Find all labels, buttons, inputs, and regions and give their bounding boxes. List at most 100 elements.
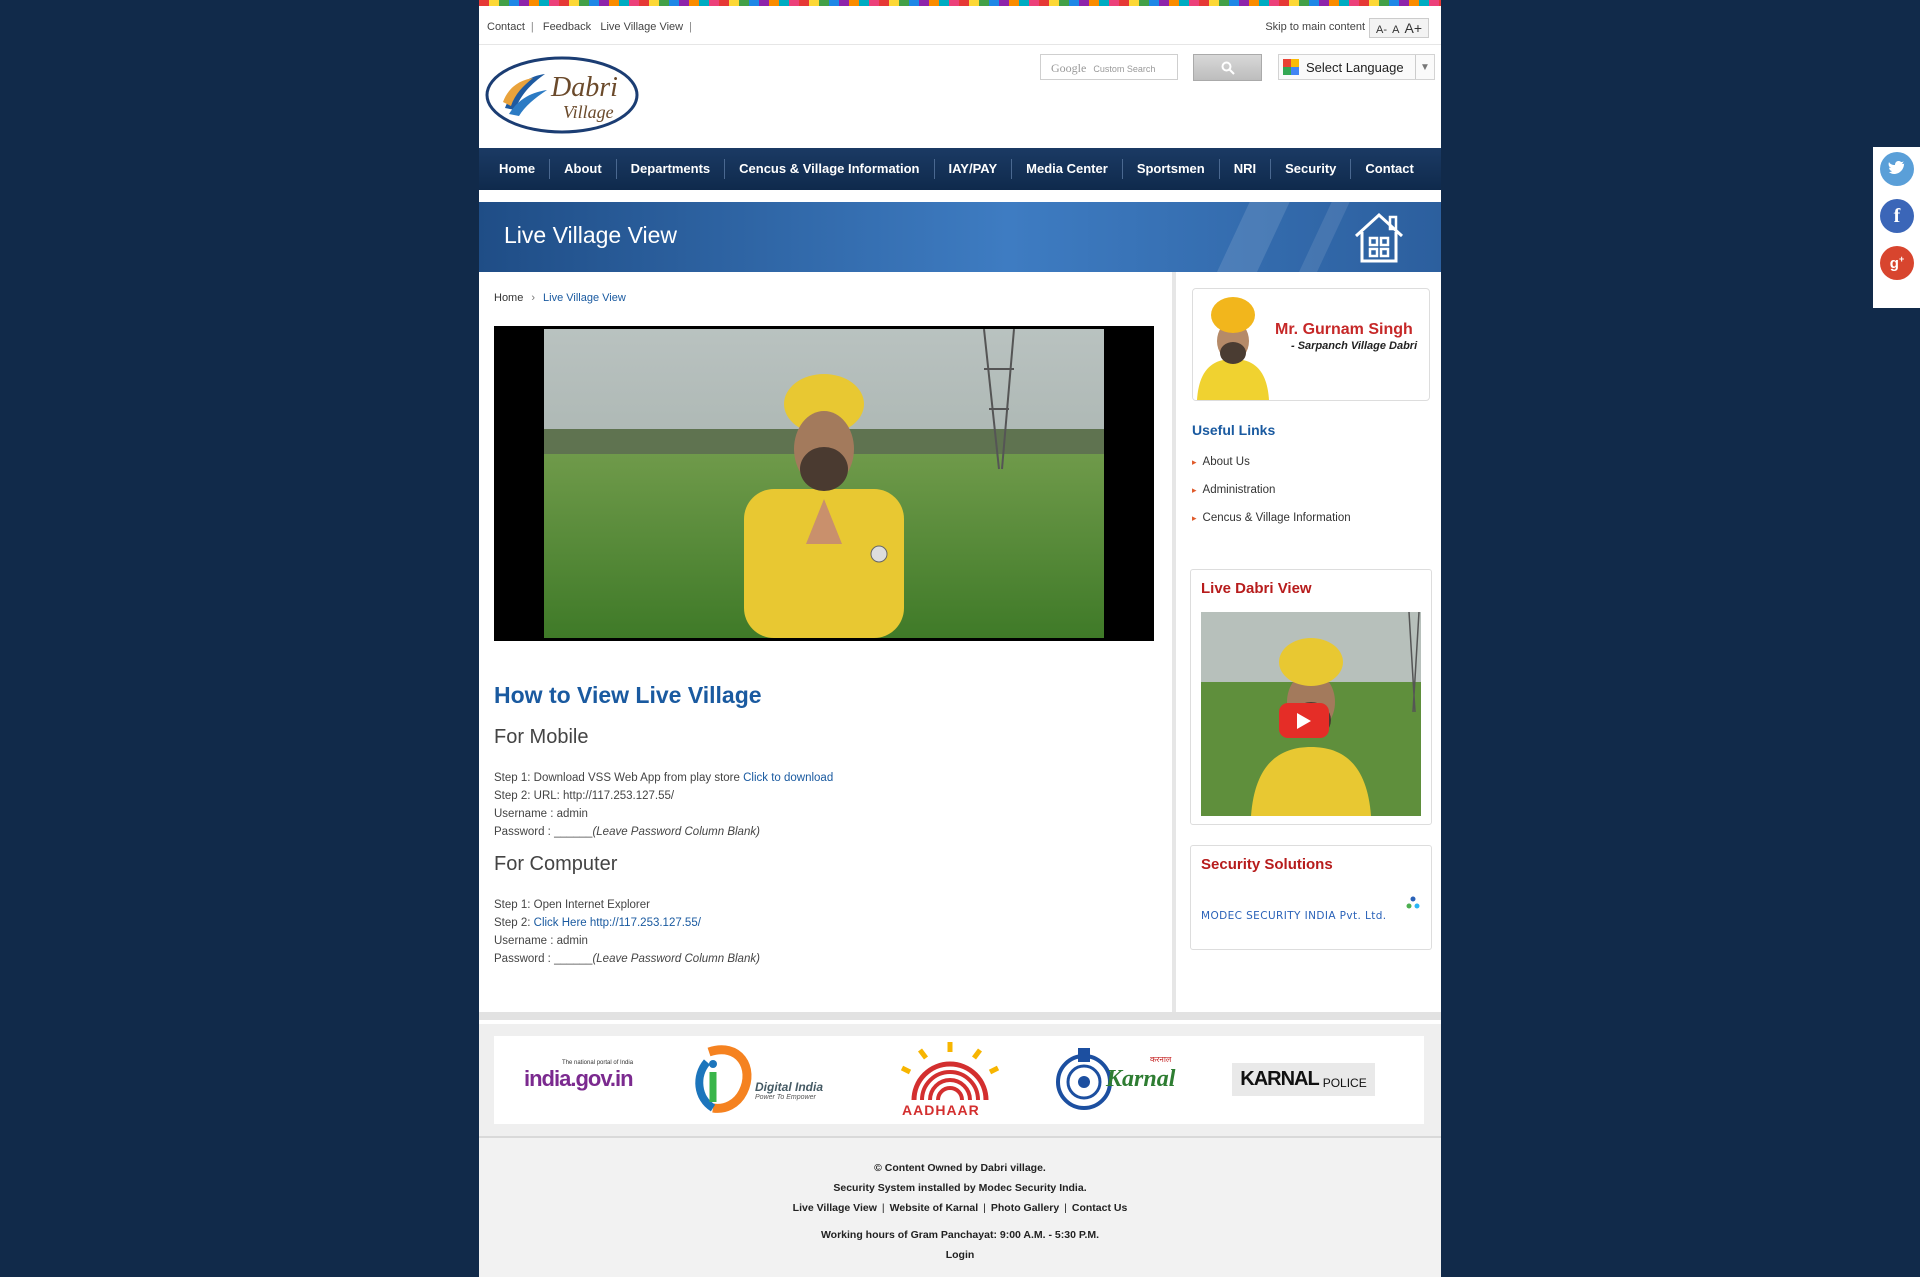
nav-iay-pay[interactable]: IAY/PAY (935, 159, 1013, 179)
font-decrease-button[interactable]: A- (1376, 24, 1387, 36)
breadcrumb: Home › Live Village View (494, 292, 626, 304)
modec-dots-icon (1406, 896, 1420, 909)
nav-security[interactable]: Security (1271, 159, 1352, 179)
security-solutions-box: Security Solutions MODEC SECURITY INDIA … (1190, 845, 1432, 950)
facebook-button[interactable]: f (1880, 199, 1914, 233)
live-dabri-view-heading: Live Dabri View (1201, 580, 1312, 597)
mobile-step1-text: Step 1: Download VSS Web App from play s… (494, 772, 744, 784)
custom-search-placeholder: Custom Search (1093, 64, 1156, 74)
site-logo[interactable]: Dabri Village (485, 56, 639, 134)
computer-username: Username : admin (494, 935, 588, 947)
language-selector[interactable]: Select Language ▼ (1278, 54, 1435, 80)
nav-home[interactable]: Home (485, 159, 551, 179)
digital-india-text: Digital India (755, 1080, 824, 1094)
digital-india-icon (695, 1045, 752, 1113)
twitter-button[interactable] (1880, 152, 1914, 186)
nav-departments[interactable]: Departments (617, 159, 726, 179)
google-plus-icon: g+ (1889, 254, 1905, 272)
nav-census-village-information[interactable]: Cencus & Village Information (725, 159, 935, 179)
useful-link-census[interactable]: Cencus & Village Information (1203, 512, 1351, 524)
page-banner: Live Village View (479, 202, 1441, 272)
social-share-bar: f g+ (1873, 147, 1920, 308)
security-solutions-heading: Security Solutions (1201, 856, 1333, 873)
karnal-hindi-text: करनाल (1150, 1055, 1172, 1064)
footer-link-photo-gallery[interactable]: Photo Gallery (991, 1202, 1059, 1214)
nav-sportsmen[interactable]: Sportsmen (1123, 159, 1220, 179)
font-normal-button[interactable]: A (1392, 24, 1399, 36)
video-frame-image (544, 329, 1104, 638)
search-icon (1221, 61, 1235, 75)
live-video-player[interactable] (494, 326, 1154, 641)
footer-link-website-karnal[interactable]: Website of Karnal (890, 1202, 979, 1214)
karnal-police-main-text: KARNAL (1240, 1068, 1319, 1090)
mobile-step2: Step 2: URL: http://117.253.127.55/ (494, 790, 675, 802)
svg-text:Village: Village (563, 102, 614, 122)
footer-link-contact-us[interactable]: Contact Us (1072, 1202, 1127, 1214)
footer-login-link[interactable]: Login (946, 1249, 975, 1261)
sarpanch-card[interactable]: Mr. Gurnam Singh - Sarpanch Village Dabr… (1192, 288, 1430, 401)
list-item: ▸ Cencus & Village Information (1192, 512, 1351, 540)
svg-text:Dabri: Dabri (550, 72, 618, 103)
modec-security-logo[interactable]: MODEC SECURITY INDIA Pvt. Ltd. (1201, 910, 1387, 922)
site-header: Dabri Village Google Custom Search Selec… (479, 45, 1441, 148)
karnal-text: Karnal (1106, 1066, 1176, 1092)
google-custom-search-input[interactable]: Google Custom Search (1040, 54, 1178, 80)
top-utility-bar: Contact | Feedback Live Village View | Ski… (479, 6, 1441, 45)
mobile-username: Username : admin (494, 808, 588, 820)
breadcrumb-current[interactable]: Live Village View (543, 292, 626, 304)
computer-instructions: Step 1: Open Internet Explorer Step 2: C… (494, 896, 760, 968)
nav-about[interactable]: About (550, 159, 617, 179)
play-button[interactable] (1279, 703, 1329, 738)
india-gov-text: india.gov.in (524, 1066, 634, 1091)
nav-nri[interactable]: NRI (1220, 159, 1272, 179)
aadhaar-logo[interactable]: AADHAAR (890, 1040, 1010, 1120)
for-mobile-heading: For Mobile (494, 726, 589, 748)
digital-india-logo[interactable]: Digital India Power To Empower (689, 1042, 829, 1118)
karnal-police-logo[interactable]: KARNAL POLICE (1232, 1063, 1375, 1096)
karnal-logo[interactable]: करनाल Karnal (1054, 1044, 1214, 1116)
search-button[interactable] (1193, 54, 1262, 81)
google-plus-button[interactable]: g+ (1880, 246, 1914, 280)
nav-contact[interactable]: Contact (1351, 159, 1427, 179)
bullet-arrow-icon: ▸ (1192, 513, 1197, 523)
useful-link-administration[interactable]: Administration (1203, 484, 1276, 496)
top-links: Contact | Feedback Live Village View | (487, 21, 692, 33)
breadcrumb-separator-icon: › (531, 292, 536, 304)
column-divider (1172, 272, 1176, 1012)
breadcrumb-home[interactable]: Home (494, 292, 523, 304)
partner-logos: The national portal of India india.gov.i… (494, 1036, 1424, 1124)
list-item: ▸ Administration (1192, 484, 1351, 512)
click-here-link[interactable]: Click Here http://117.253.127.55/ (534, 917, 701, 929)
font-increase-button[interactable]: A+ (1404, 20, 1422, 36)
footer-security-credit: Security System installed by Modec Secur… (833, 1182, 1087, 1194)
digital-india-tagline: Power To Empower (755, 1094, 816, 1101)
useful-links-heading: Useful Links (1192, 422, 1276, 438)
skip-to-main-link[interactable]: Skip to main content (1265, 21, 1365, 33)
twitter-icon (1888, 161, 1905, 174)
chevron-down-icon: ▼ (1415, 55, 1434, 79)
live-view-video-thumbnail[interactable] (1201, 612, 1421, 816)
dabri-village-logo: Dabri Village (485, 56, 639, 134)
main-navigation: Home About Departments Cencus & Village … (479, 148, 1441, 190)
page-container: Contact | Feedback Live Village View | Ski… (479, 0, 1441, 1277)
footer-links: Live Village View | Website of Karnal | Phot… (792, 1202, 1128, 1214)
karnal-police-sub-text: POLICE (1322, 1075, 1367, 1090)
footer-working-hours: Working hours of Gram Panchayat: 9:00 A.… (820, 1229, 1100, 1241)
footer-copyright: © Content Owned by Dabri village. (874, 1162, 1046, 1174)
how-to-view-heading: How to View Live Village (494, 682, 762, 708)
for-computer-heading: For Computer (494, 853, 618, 875)
click-to-download-link[interactable]: Click to download (743, 772, 833, 784)
top-link-feedback[interactable]: Feedback (543, 21, 591, 33)
top-link-live-village-view[interactable]: Live Village View (600, 21, 683, 33)
sarpanch-title: - Sarpanch Village Dabri (1291, 340, 1418, 352)
footer-link-live-village-view[interactable]: Live Village View (793, 1202, 877, 1214)
india-gov-logo[interactable]: The national portal of India india.gov.i… (524, 1060, 634, 1092)
mobile-password-note: (Leave Password Column Blank) (592, 826, 760, 838)
house-icon (1354, 212, 1404, 263)
useful-link-about-us[interactable]: About Us (1203, 456, 1250, 468)
computer-step1: Step 1: Open Internet Explorer (494, 899, 650, 911)
live-dabri-view-box: Live Dabri View (1190, 569, 1432, 825)
nav-media-center[interactable]: Media Center (1012, 159, 1123, 179)
haryana-emblem-icon (1056, 1048, 1112, 1110)
top-link-contact[interactable]: Contact (487, 21, 525, 33)
